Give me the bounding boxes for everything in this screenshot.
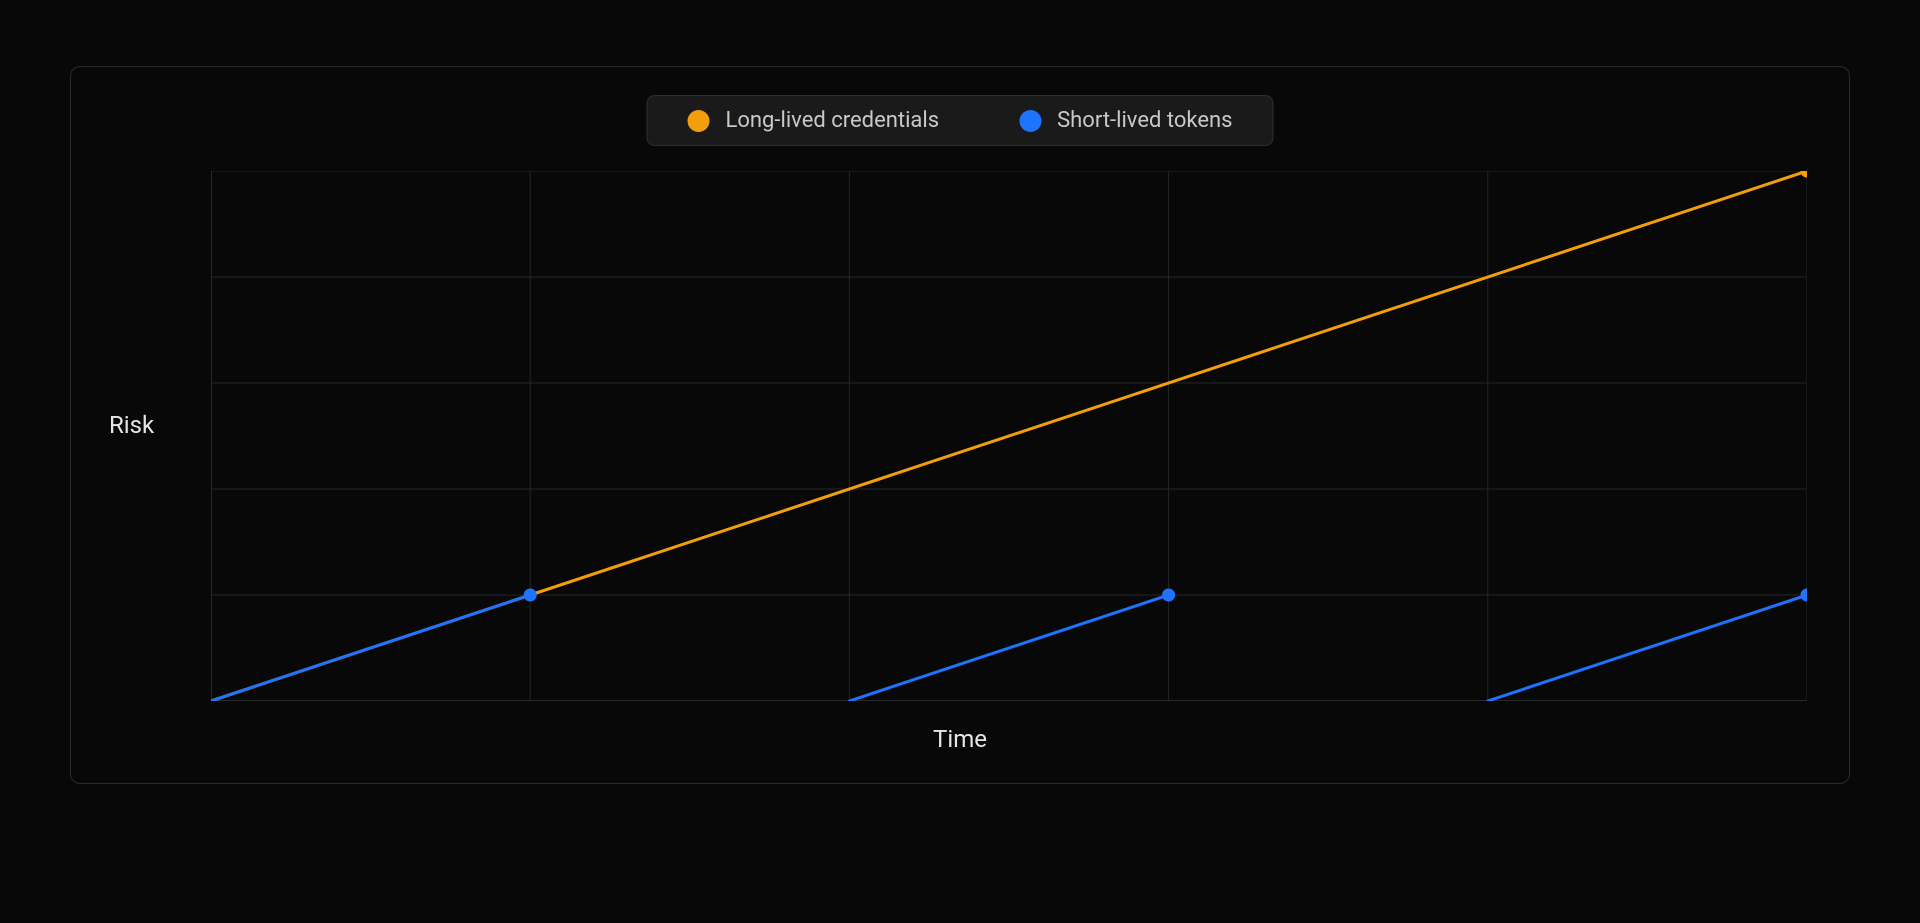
chart-panel: Long-lived credentials Short-lived token…: [70, 66, 1850, 784]
legend-label: Long-lived credentials: [726, 108, 940, 133]
legend-item-long-lived: Long-lived credentials: [688, 108, 940, 133]
legend-swatch-icon: [688, 110, 710, 132]
x-axis-label: Time: [933, 725, 987, 753]
chart-legend: Long-lived credentials Short-lived token…: [647, 95, 1274, 146]
y-axis-label: Risk: [109, 411, 154, 439]
legend-swatch-icon: [1019, 110, 1041, 132]
legend-label: Short-lived tokens: [1057, 108, 1232, 133]
legend-item-short-lived: Short-lived tokens: [1019, 108, 1232, 133]
chart-plot-area: [211, 171, 1807, 701]
